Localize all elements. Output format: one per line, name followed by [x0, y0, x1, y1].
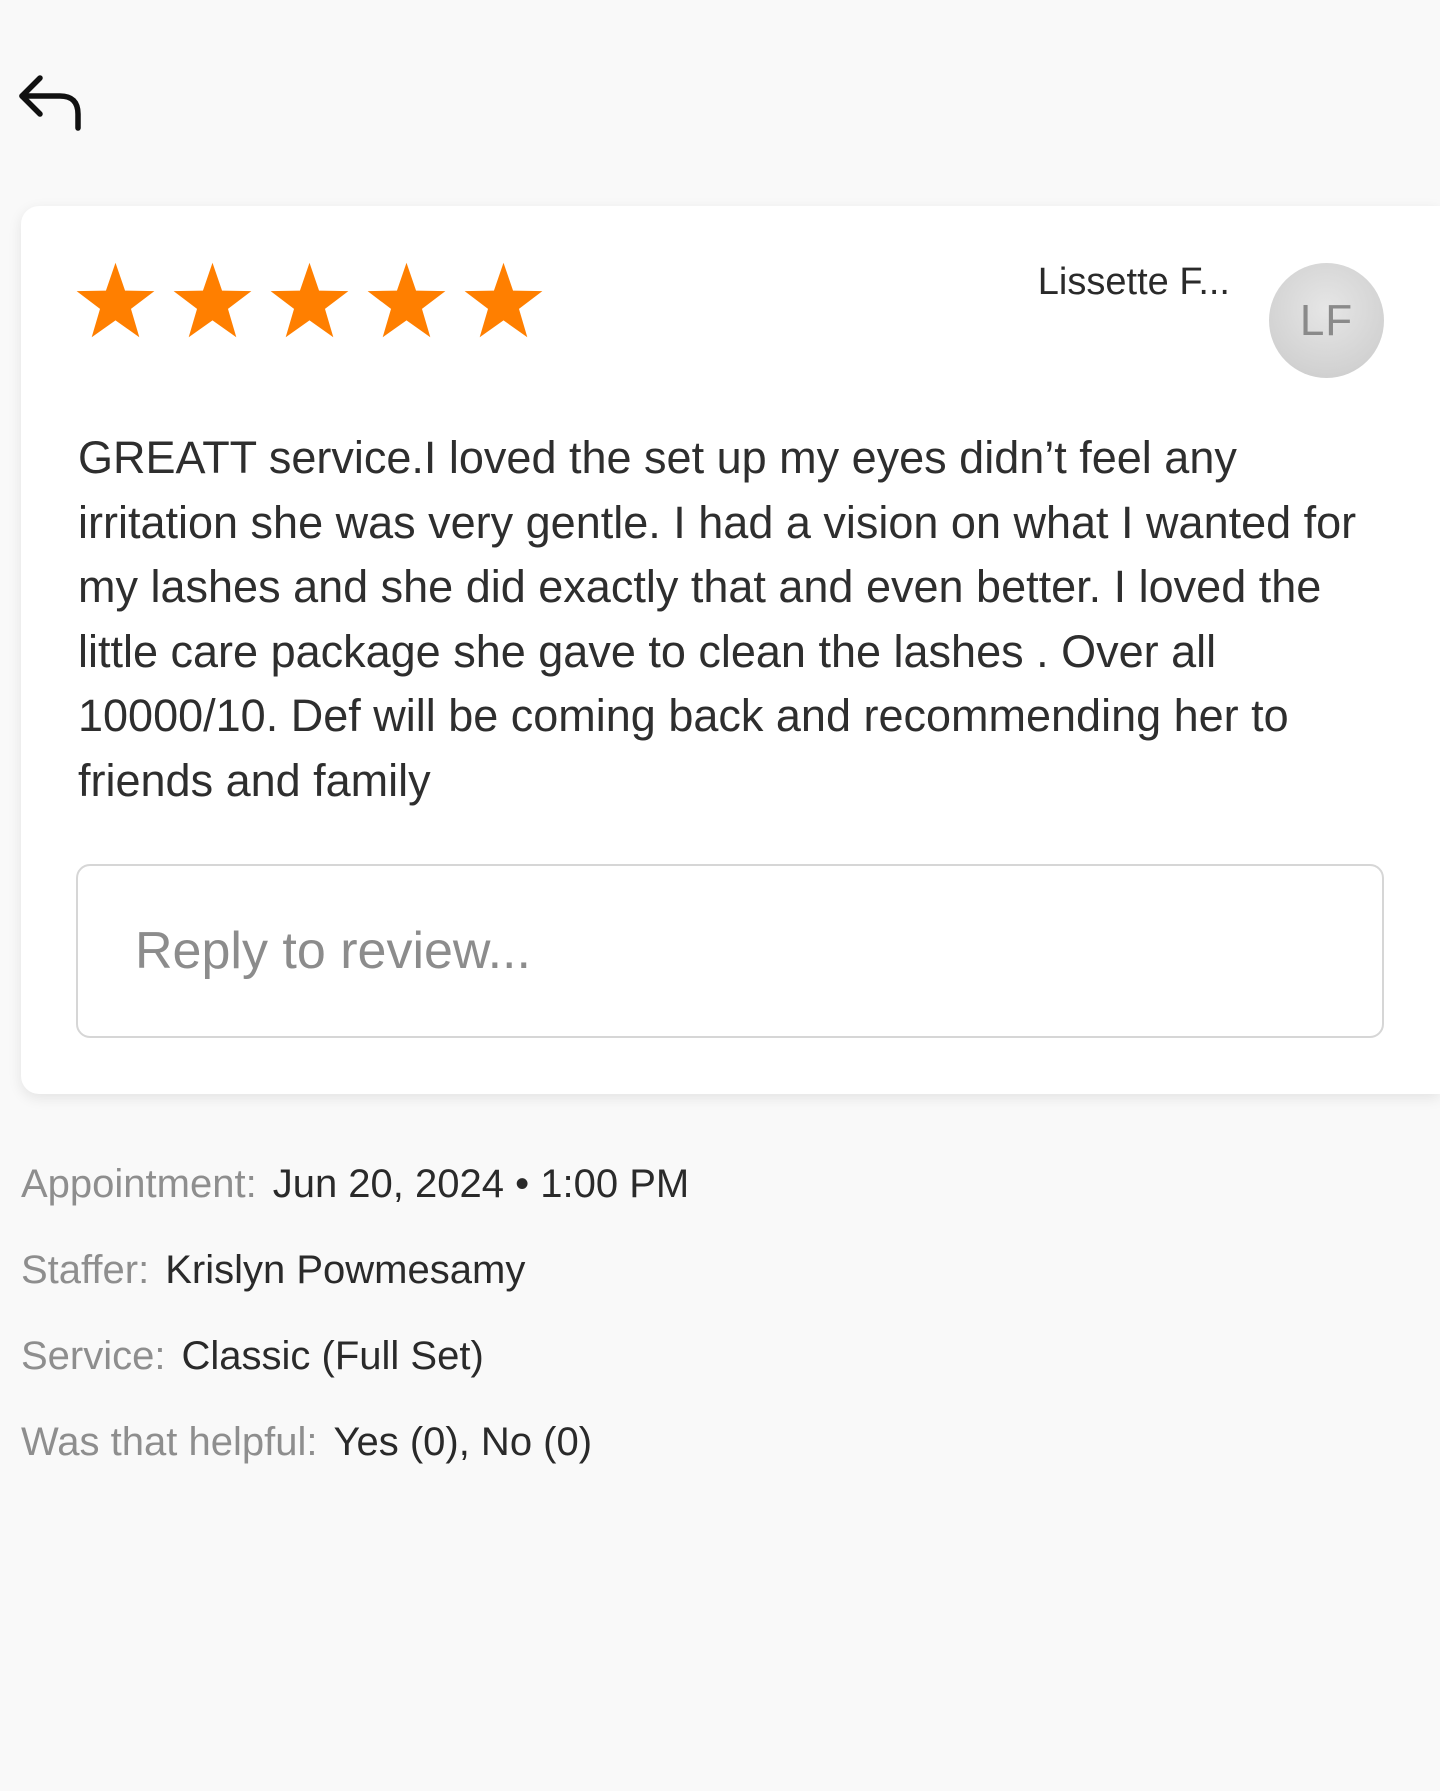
star-icon — [366, 261, 447, 339]
helpful-label: Was that helpful: — [21, 1420, 318, 1464]
staffer-label: Staffer: — [21, 1248, 150, 1292]
star-icon — [75, 261, 156, 339]
helpful-row: Was that helpful: Yes (0), No (0) — [21, 1420, 689, 1506]
staffer-row: Staffer: Krislyn Powmesamy — [21, 1248, 689, 1334]
avatar-initials: LF — [1299, 295, 1354, 345]
review-details: Appointment: Jun 20, 2024 • 1:00 PM Staf… — [21, 1162, 689, 1506]
back-button[interactable] — [18, 70, 84, 136]
appointment-value: Jun 20, 2024 • 1:00 PM — [272, 1162, 690, 1206]
reply-input[interactable] — [78, 866, 1382, 1036]
star-icon — [463, 261, 544, 339]
appointment-label: Appointment: — [21, 1162, 257, 1206]
reply-box[interactable] — [76, 864, 1384, 1038]
service-row: Service: Classic (Full Set) — [21, 1334, 689, 1420]
staffer-value: Krislyn Powmesamy — [165, 1248, 526, 1292]
reply-arrow-icon — [19, 75, 81, 131]
review-text: GREATT service.I loved the set up my eye… — [78, 432, 1357, 806]
star-icon — [172, 261, 253, 339]
reviewer-name: Lissette F... — [1037, 261, 1230, 303]
star-rating — [75, 261, 544, 339]
service-value: Classic (Full Set) — [181, 1334, 484, 1378]
appointment-row: Appointment: Jun 20, 2024 • 1:00 PM — [21, 1162, 689, 1248]
star-icon — [269, 261, 350, 339]
helpful-value[interactable]: Yes (0), No (0) — [333, 1420, 592, 1465]
review-card: Lissette F... LF GREATT service.I loved … — [21, 206, 1440, 1094]
service-label: Service: — [21, 1334, 166, 1378]
avatar: LF — [1269, 263, 1384, 378]
